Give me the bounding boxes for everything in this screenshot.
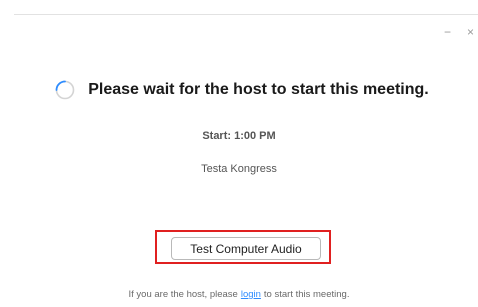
footer-text-after: to start this meeting. <box>263 289 350 300</box>
meeting-start-time: Start: 1:00 PM <box>202 130 276 142</box>
footer-text-before: If you are the host, please <box>128 289 238 300</box>
close-button[interactable]: × <box>467 26 474 38</box>
waiting-room-window: − × Please wait for the host to start th… <box>0 0 478 307</box>
waiting-message: Please wait for the host to start this m… <box>88 81 429 98</box>
minimize-button[interactable]: − <box>444 26 451 38</box>
window-controls: − × <box>444 26 474 38</box>
test-computer-audio-button[interactable]: Test Computer Audio <box>171 237 321 260</box>
host-login-footer: If you are the host, please login to start… <box>0 289 478 300</box>
status-row: Please wait for the host to start this m… <box>0 80 478 100</box>
meeting-name: Testa Kongress <box>201 163 277 175</box>
loading-spinner-icon <box>55 80 75 100</box>
title-bar-divider <box>14 14 478 15</box>
login-link[interactable]: login <box>241 289 261 300</box>
